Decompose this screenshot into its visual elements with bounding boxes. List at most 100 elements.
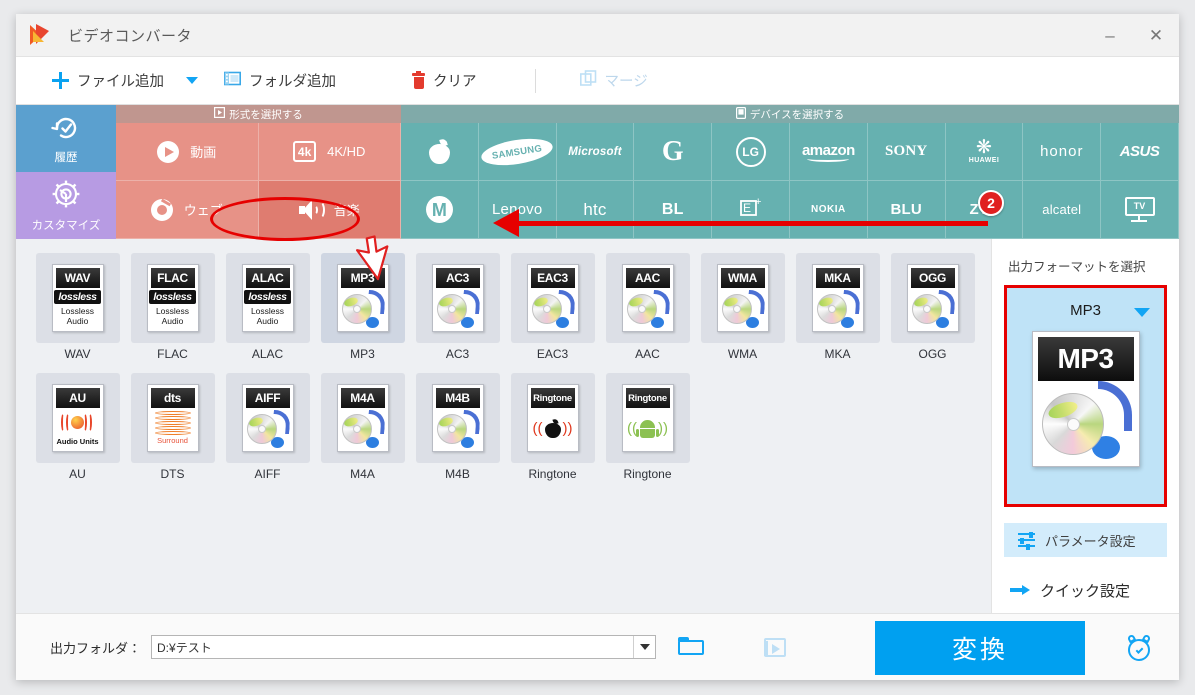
device-tab-motorola[interactable]: M bbox=[401, 181, 479, 239]
speaker-icon bbox=[298, 199, 325, 220]
format-tile-aiff-12[interactable]: AIFF AIFF bbox=[220, 373, 315, 493]
quick-settings-button[interactable]: クイック設定 bbox=[1004, 573, 1167, 607]
htc-icon: htc bbox=[583, 199, 607, 219]
lossless-icon: lossless Lossless Audio bbox=[54, 290, 101, 326]
sidebar-item-customize[interactable]: カスタマイズ bbox=[16, 172, 116, 239]
format-tile-caption: DTS bbox=[160, 467, 185, 481]
device-tab-htc[interactable]: htc bbox=[556, 181, 635, 239]
merge-button[interactable]: マージ bbox=[579, 57, 648, 104]
format-tile-badge: Ringtone bbox=[530, 388, 575, 408]
format-tile-mka-8[interactable]: MKA MKA bbox=[790, 253, 885, 373]
device-tab-microsoft[interactable]: Microsoft bbox=[556, 123, 635, 181]
format-tile-mp3-3[interactable]: MP3 MP3 bbox=[315, 253, 410, 373]
add-file-button[interactable]: ファイル追加 bbox=[52, 57, 164, 104]
device-tab-row-1: SAMSUNG Microsoft G LG amazon SONY ❋ HUA… bbox=[401, 123, 1179, 181]
format-tile-caption: AIFF bbox=[254, 467, 281, 481]
caret-down-icon bbox=[186, 77, 198, 84]
format-tile-caption: MKA bbox=[824, 347, 851, 361]
format-tile-badge: FLAC bbox=[150, 268, 195, 288]
device-tab-lenovo[interactable]: Lenovo bbox=[478, 181, 557, 239]
format-tile-m4a-13[interactable]: M4A M4A bbox=[315, 373, 410, 493]
right-panel: 出力フォーマットを選択 MP3 MP3 パラメータ設定 クイック設定 bbox=[991, 239, 1179, 680]
toolbar-divider bbox=[534, 68, 536, 93]
format-tile-aac-6[interactable]: AAC AAC bbox=[600, 253, 695, 373]
format-tile-caption: WMA bbox=[727, 347, 758, 361]
device-tab-nokia[interactable]: NOKIA bbox=[789, 181, 868, 239]
format-tab-music[interactable]: 音楽 bbox=[258, 181, 401, 239]
format-tile-ringtone-15[interactable]: Ringtone (()) Ringtone bbox=[505, 373, 600, 493]
format-tab-web[interactable]: ウェブ bbox=[116, 181, 259, 239]
output-folder-value[interactable]: D:¥テスト bbox=[152, 639, 633, 656]
format-tile-caption: MP3 bbox=[350, 347, 375, 361]
parameter-settings-button[interactable]: パラメータ設定 bbox=[1004, 523, 1167, 557]
alarm-clock-icon[interactable] bbox=[1126, 633, 1152, 661]
cd-note-icon bbox=[816, 288, 861, 328]
add-file-dropdown-button[interactable] bbox=[186, 57, 198, 104]
device-tab-samsung[interactable]: SAMSUNG bbox=[478, 123, 557, 181]
format-tile-wma-7[interactable]: WMA WMA bbox=[695, 253, 790, 373]
format-icon bbox=[214, 107, 226, 121]
format-tile-caption: WAV bbox=[64, 347, 91, 361]
device-tab-asus[interactable]: ASUS bbox=[1101, 123, 1179, 181]
device-tab-amazon[interactable]: amazon bbox=[789, 123, 868, 181]
add-file-label: ファイル追加 bbox=[77, 74, 164, 90]
device-tab-alcatel[interactable]: alcatel bbox=[1023, 181, 1102, 239]
format-tab-row-1: 動画 4k 4K/HD bbox=[116, 123, 401, 181]
bottom-bar: 出力フォルダ： D:¥テスト 変換 bbox=[16, 613, 1179, 680]
format-tile-thumbnail: ALAC lossless Lossless Audio bbox=[225, 253, 310, 343]
format-tile-badge: Ringtone bbox=[625, 388, 670, 408]
device-tab-sony[interactable]: SONY bbox=[867, 123, 946, 181]
minimize-button[interactable]: – bbox=[1087, 14, 1133, 57]
device-tab-honor[interactable]: honor bbox=[1023, 123, 1102, 181]
device-tab-blu[interactable]: BLU bbox=[867, 181, 946, 239]
device-tab-lg[interactable]: LG bbox=[712, 123, 790, 181]
device-tab-apple[interactable] bbox=[401, 123, 479, 181]
alcatel-icon: alcatel bbox=[1042, 202, 1082, 217]
clear-button[interactable]: クリア bbox=[412, 57, 477, 104]
format-tile-caption: AAC bbox=[635, 347, 660, 361]
device-section-header: デバイスを選択する bbox=[401, 105, 1179, 123]
format-tile-eac3-5[interactable]: EAC3 EAC3 bbox=[505, 253, 600, 373]
clear-label: クリア bbox=[433, 74, 477, 90]
cd-note-icon bbox=[436, 408, 481, 448]
device-tab-zte[interactable]: ZTE bbox=[945, 181, 1024, 239]
output-folder-dropdown[interactable] bbox=[633, 636, 655, 658]
media-player-icon[interactable] bbox=[764, 637, 787, 657]
format-tile-caption: Ringtone bbox=[528, 467, 577, 481]
device-tab-blackberry[interactable]: BL bbox=[634, 181, 713, 239]
add-folder-button[interactable]: フォルダ追加 bbox=[224, 57, 336, 104]
app-logo-icon bbox=[30, 23, 54, 47]
selected-format-badge: MP3 bbox=[1037, 337, 1134, 381]
folder-open-icon[interactable] bbox=[678, 637, 705, 657]
selected-output-format[interactable]: MP3 MP3 bbox=[1004, 285, 1167, 507]
add-folder-label: フォルダ追加 bbox=[249, 74, 336, 90]
main-content: WAV lossless Lossless Audio WAV FLAC lossless L… bbox=[16, 239, 1179, 680]
format-tile-m4b-14[interactable]: M4B M4B bbox=[410, 373, 505, 493]
device-tab-huawei[interactable]: ❋ HUAWEI bbox=[945, 123, 1024, 181]
format-tile-wav-0[interactable]: WAV lossless Lossless Audio WAV bbox=[30, 253, 125, 373]
format-tile-alac-2[interactable]: ALAC lossless Lossless Audio ALAC bbox=[220, 253, 315, 373]
format-tile-flac-1[interactable]: FLAC lossless Lossless Audio FLAC bbox=[125, 253, 220, 373]
device-tab-google[interactable]: G bbox=[634, 123, 713, 181]
sidebar-item-history[interactable]: 履歴 bbox=[16, 105, 116, 172]
format-tile-ogg-9[interactable]: OGG OGG bbox=[885, 253, 980, 373]
main-toolbar: ファイル追加 フォルダ追加 クリア マージ bbox=[16, 57, 1179, 105]
format-tile-au-10[interactable]: AU Audio Units AU bbox=[30, 373, 125, 493]
close-button[interactable]: ✕ bbox=[1133, 14, 1179, 57]
chevron-down-icon[interactable] bbox=[1134, 308, 1150, 317]
device-tab-tv[interactable]: TV bbox=[1101, 181, 1179, 239]
format-tile-dts-11[interactable]: dts Surround DTS bbox=[125, 373, 220, 493]
format-tile-ac3-4[interactable]: AC3 AC3 bbox=[410, 253, 505, 373]
device-tab-eplus[interactable]: E + bbox=[712, 181, 790, 239]
convert-button[interactable]: 変換 bbox=[875, 621, 1085, 675]
format-tab-4khd[interactable]: 4k 4K/HD bbox=[258, 123, 401, 181]
format-tab-video[interactable]: 動画 bbox=[116, 123, 259, 181]
lossless-icon: lossless Lossless Audio bbox=[149, 290, 196, 326]
format-tab-video-label: 動画 bbox=[190, 145, 217, 160]
format-tile-ringtone-16[interactable]: Ringtone (()) Ringtone bbox=[600, 373, 695, 493]
output-folder-input[interactable]: D:¥テスト bbox=[151, 635, 657, 659]
samsung-icon: SAMSUNG bbox=[479, 134, 555, 169]
quick-settings-label: クイック設定 bbox=[1040, 582, 1131, 600]
format-tile-badge: AU bbox=[55, 388, 100, 408]
merge-icon bbox=[579, 70, 597, 91]
